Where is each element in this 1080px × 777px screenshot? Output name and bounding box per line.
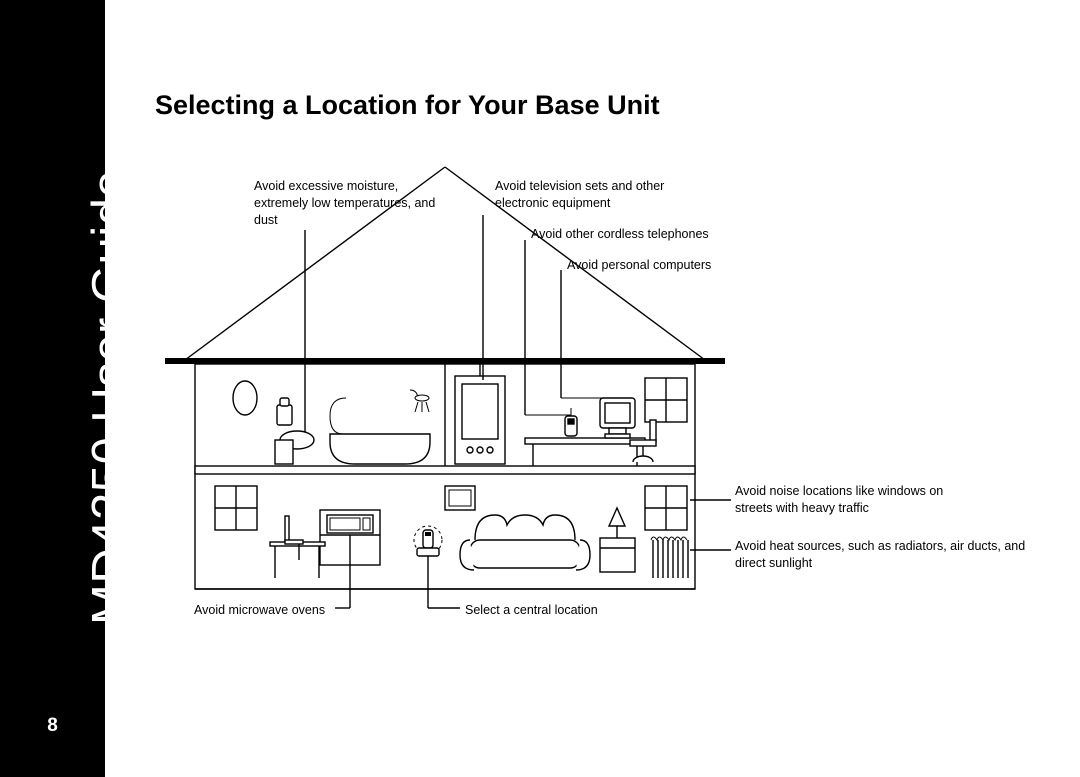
page-number: 8: [0, 715, 105, 737]
sofa-icon: [460, 515, 590, 570]
house-diagram: Avoid excessive moisture, extremely low …: [155, 140, 1035, 660]
living-window-icon: [645, 486, 687, 530]
page-heading: Selecting a Location for Your Base Unit: [155, 90, 660, 121]
house-svg: [155, 140, 1035, 660]
document-title: MD4250 User Guide: [82, 170, 138, 625]
page: MD4250 User Guide 8 Selecting a Location…: [0, 0, 1080, 777]
sidebar: MD4250 User Guide 8: [0, 0, 105, 777]
